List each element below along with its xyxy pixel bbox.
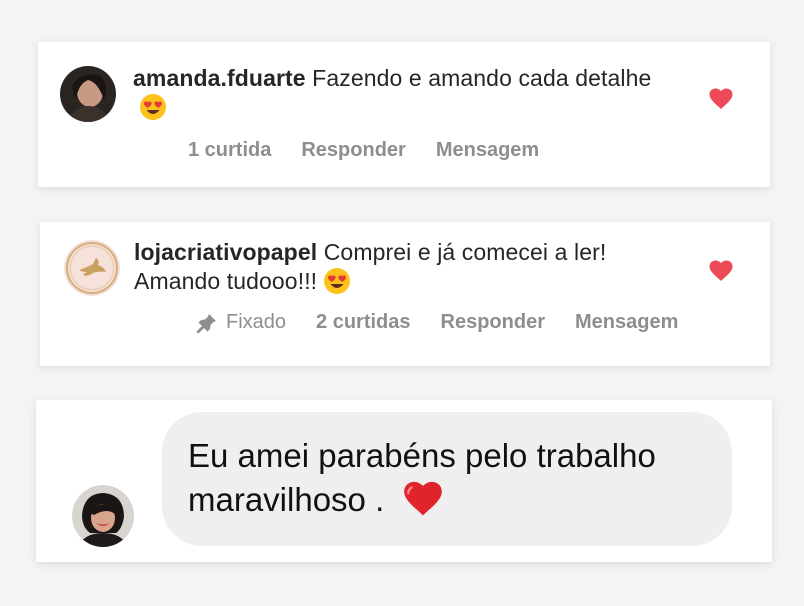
comment-actions: Fixado 2 curtidas Responder Mensagem — [196, 311, 678, 334]
comment-text: Fazendo e amando cada detalhe — [312, 65, 652, 91]
reply-button[interactable]: Responder — [301, 139, 405, 162]
likes-count-button[interactable]: 1 curtida — [188, 139, 271, 162]
message-card: Eu amei parabéns pelo trabalho maravilho… — [36, 400, 772, 562]
likes-count-button[interactable]: 2 curtidas — [316, 311, 410, 334]
comment-username[interactable]: amanda.fduarte — [133, 65, 306, 91]
like-heart-icon[interactable] — [709, 260, 733, 282]
like-heart-icon[interactable] — [709, 88, 733, 110]
message-button[interactable]: Mensagem — [436, 139, 539, 162]
comment-card: amanda.fduarte Fazendo e amando cada det… — [38, 42, 770, 187]
message-bubble[interactable]: Eu amei parabéns pelo trabalho maravilho… — [162, 412, 732, 546]
message-button[interactable]: Mensagem — [575, 311, 678, 334]
pinned-label: Fixado — [196, 311, 286, 334]
comment-actions: 1 curtida Responder Mensagem — [188, 139, 539, 162]
comment-body: lojacriativopapel Comprei e já comecei a… — [134, 238, 694, 297]
reply-button[interactable]: Responder — [441, 311, 545, 334]
screenshot-collage: amanda.fduarte Fazendo e amando cada det… — [0, 0, 804, 606]
avatar[interactable] — [64, 240, 120, 296]
comment-username[interactable]: lojacriativopapel — [134, 239, 317, 265]
red-heart-emoji-icon — [403, 481, 443, 517]
avatar[interactable] — [72, 485, 134, 547]
avatar[interactable] — [60, 66, 116, 122]
pin-icon — [197, 313, 216, 333]
message-body: Eu amei parabéns pelo trabalho maravilho… — [188, 434, 718, 522]
comment-card: lojacriativopapel Comprei e já comecei a… — [40, 222, 770, 366]
heart-eyes-emoji-icon — [139, 93, 167, 121]
comment-body: amanda.fduarte Fazendo e amando cada det… — [133, 64, 653, 123]
pinned-text: Fixado — [226, 311, 287, 333]
heart-eyes-emoji-icon — [323, 267, 351, 295]
